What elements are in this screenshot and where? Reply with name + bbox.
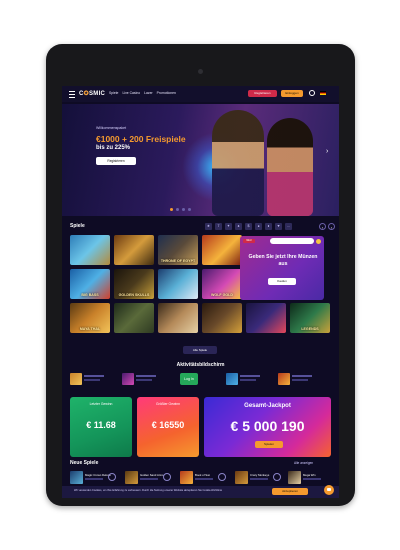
category-more-icon[interactable]: … — [285, 223, 292, 230]
category-all-icon[interactable]: ★ — [205, 223, 212, 230]
last-win-caption: Letzter Gewinn — [89, 402, 113, 406]
game-tile[interactable] — [70, 235, 110, 265]
total-jackpot-amount: € 5 000 190 — [230, 418, 305, 434]
game-thumb — [226, 373, 238, 385]
category-bonus-icon[interactable]: ♦ — [265, 223, 272, 230]
camera-dot — [198, 69, 203, 74]
new-games-title: Neue Spiele — [70, 460, 99, 466]
game-tile[interactable]: LEGENDS — [290, 303, 330, 333]
games-title: Spiele — [70, 223, 85, 229]
chevron-left-icon[interactable]: ‹ — [319, 223, 326, 230]
carousel-dot[interactable] — [188, 208, 191, 211]
game-thumb — [288, 471, 301, 484]
promo-buy-button[interactable]: Kaufen — [268, 278, 296, 285]
carousel-dot[interactable] — [170, 208, 173, 211]
game-tile[interactable] — [202, 235, 242, 265]
top-nav: C✪SMIC Spiele Live Casino Lazer Promotio… — [62, 86, 339, 102]
tablet-device: C✪SMIC Spiele Live Casino Lazer Promotio… — [46, 44, 355, 506]
nav-link-live-casino[interactable]: Live Casino — [122, 91, 140, 95]
total-jackpot-caption: Gesamt-Jackpot — [244, 403, 291, 409]
games-nav-arrows: ‹ › — [319, 223, 335, 230]
game-tile[interactable] — [158, 269, 198, 299]
game-thumb — [70, 373, 82, 385]
nav-links: Spiele Live Casino Lazer Promotionen — [109, 91, 176, 95]
promo-progress-pill — [270, 238, 314, 244]
hero-character-man — [212, 110, 264, 216]
coin-icon — [316, 239, 321, 244]
login-button[interactable]: Einloggen — [281, 90, 303, 97]
see-all-link[interactable]: Alle anzeigen — [294, 461, 313, 465]
biggest-win-card: Größter Gewinn € 16550 — [137, 397, 199, 457]
game-tile[interactable] — [246, 303, 286, 333]
activity-login-chip[interactable]: Log In — [180, 373, 198, 385]
game-tile[interactable]: GOLDEN SKULLS — [114, 269, 154, 299]
nav-link-promotionen[interactable]: Promotionen — [157, 91, 176, 95]
category-jackpot-icon[interactable]: $ — [245, 223, 252, 230]
hero-banner: › Willkommenspaket €1000 + 200 Freispiel… — [62, 104, 339, 216]
coin-promo-card: NEU Geben Sie jetzt Ihre Münzen aus Kauf… — [240, 236, 324, 300]
play-icon[interactable] — [218, 473, 226, 481]
hero-register-button[interactable]: Registrieren — [96, 157, 136, 165]
game-tile[interactable]: THRONE OF EGYPT — [158, 235, 198, 265]
promo-badge: NEU — [243, 239, 255, 243]
promo-text: Geben Sie jetzt Ihre Münzen aus — [248, 254, 318, 267]
activity-feed: Log In — [70, 373, 332, 385]
biggest-win-amount: € 16550 — [151, 420, 185, 430]
category-live-icon[interactable]: ● — [255, 223, 262, 230]
game-thumb — [122, 373, 134, 385]
play-icon[interactable] — [108, 473, 116, 481]
hero-character-woman — [267, 118, 313, 216]
category-table-icon[interactable]: ♠ — [235, 223, 242, 230]
game-thumb — [70, 471, 83, 484]
all-games-button[interactable]: Alle Spiele — [183, 346, 217, 354]
game-tile[interactable]: BIG BASS — [70, 269, 110, 299]
play-icon[interactable] — [163, 473, 171, 481]
carousel-dot[interactable] — [176, 208, 179, 211]
cookie-accept-button[interactable]: Akzeptieren — [272, 488, 308, 495]
carousel-dot[interactable] — [182, 208, 185, 211]
biggest-win-caption: Größter Gewinn — [155, 402, 181, 406]
last-win-card: Letzter Gewinn € 11.68 — [70, 397, 132, 457]
carousel-dots — [170, 208, 191, 211]
category-slots-icon[interactable]: 7 — [215, 223, 222, 230]
game-tile[interactable]: MAYA THAL — [70, 303, 110, 333]
game-tile[interactable] — [158, 303, 198, 333]
category-fav-icon[interactable]: ♥ — [275, 223, 282, 230]
search-icon[interactable] — [309, 90, 315, 96]
game-tile[interactable]: WOLF GOLD — [202, 269, 242, 299]
jackpot-play-button[interactable]: Spielen — [255, 441, 283, 448]
cookie-text: Wir verwenden Cookies, um Ihre Erfahrung… — [74, 489, 223, 492]
hero-subtitle: bis zu 225% — [96, 145, 131, 151]
game-tile[interactable] — [202, 303, 242, 333]
activity-title: Aktivitätsbildschirm — [176, 362, 225, 368]
language-flag-icon[interactable] — [320, 91, 326, 95]
screen: C✪SMIC Spiele Live Casino Lazer Promotio… — [62, 86, 339, 498]
menu-icon[interactable] — [69, 91, 75, 98]
carousel-next-icon[interactable]: › — [326, 148, 328, 155]
cookie-banner: Wir verwenden Cookies, um Ihre Erfahrung… — [62, 486, 339, 498]
nav-link-spiele[interactable]: Spiele — [109, 91, 118, 95]
game-thumb — [180, 471, 193, 484]
hero-kicker: Willkommenspaket — [96, 126, 127, 130]
new-games-row: Magic Crown Deluxe Golden Sand Arms Book… — [70, 471, 332, 485]
game-thumb — [125, 471, 138, 484]
nav-link-lazer[interactable]: Lazer — [144, 91, 152, 95]
play-icon[interactable] — [273, 473, 281, 481]
hero-title: €1000 + 200 Freispiele — [96, 134, 186, 144]
chat-icon[interactable] — [324, 485, 334, 495]
category-new-icon[interactable]: ✦ — [225, 223, 232, 230]
chevron-right-icon[interactable]: › — [328, 223, 335, 230]
game-thumb — [278, 373, 290, 385]
game-category-icons: ★ 7 ✦ ♠ $ ● ♦ ♥ … — [205, 223, 292, 230]
game-tile[interactable] — [114, 303, 154, 333]
total-jackpot-card: Gesamt-Jackpot € 5 000 190 Spielen — [204, 397, 331, 457]
register-button[interactable]: Registrieren — [248, 90, 277, 97]
logo[interactable]: C✪SMIC — [79, 90, 105, 97]
last-win-amount: € 11.68 — [86, 420, 116, 430]
game-thumb — [235, 471, 248, 484]
game-tile[interactable] — [114, 235, 154, 265]
